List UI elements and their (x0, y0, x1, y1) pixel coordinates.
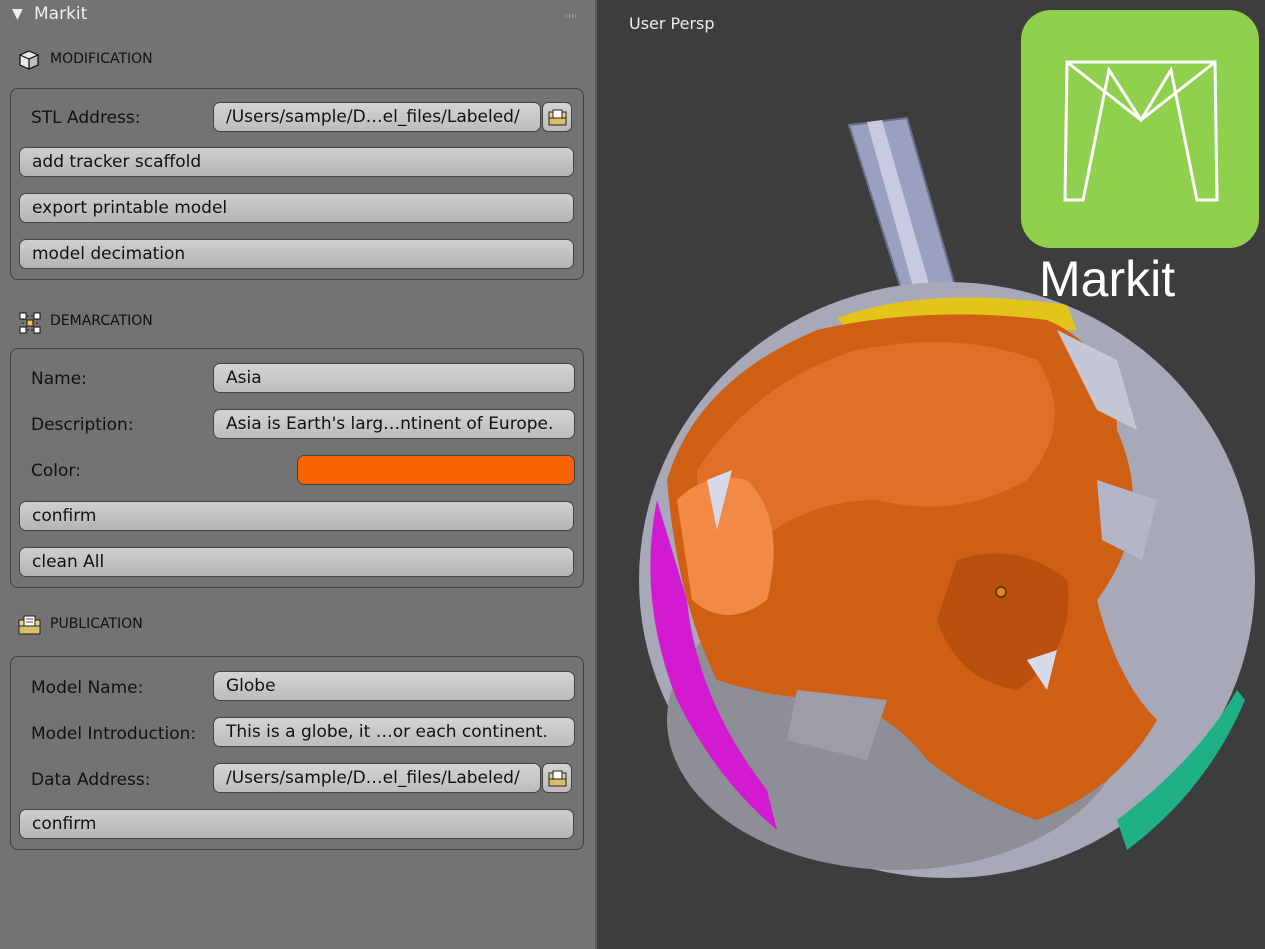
demarcation-title: DEMARCATION (50, 313, 153, 329)
name-field[interactable]: Asia (213, 363, 575, 393)
markit-logo-tile (1021, 10, 1259, 248)
stl-address-field[interactable]: /Users/sample/D…el_files/Labeled/ (213, 102, 541, 132)
drag-grip-icon[interactable] (566, 14, 578, 18)
description-field[interactable]: Asia is Earth's larg…ntinent of Europe. (213, 409, 575, 439)
modification-title: MODIFICATION (50, 51, 153, 67)
3d-viewport[interactable]: User Persp Markit (597, 0, 1265, 949)
publication-title: PUBLICATION (50, 616, 143, 632)
model-decimation-button[interactable]: model decimation (19, 239, 574, 269)
export-printable-model-button[interactable]: export printable model (19, 193, 574, 223)
file-browse-icon (548, 109, 567, 126)
triangle-down-icon[interactable]: ▼ (12, 6, 23, 22)
vertex-select-icon (18, 311, 41, 334)
publication-box: Model Name: Globe Model Introduction: Th… (10, 656, 584, 850)
confirm-demarcation-button[interactable]: confirm (19, 501, 574, 531)
cube-icon (18, 49, 40, 71)
color-label: Color: (31, 461, 81, 481)
data-address-field[interactable]: /Users/sample/D…el_files/Labeled/ (213, 763, 541, 793)
clean-all-button[interactable]: clean All (19, 547, 574, 577)
tool-panel: ▼ Markit MODIFICATION STL Address: /User… (0, 0, 597, 949)
markit-logo-icon (1063, 60, 1219, 202)
file-browse-icon (548, 770, 567, 787)
data-address-browse-button[interactable] (542, 763, 572, 793)
demarcation-box: Name: Asia Description: Asia is Earth's … (10, 348, 584, 588)
data-address-label: Data Address: (31, 770, 151, 790)
stl-browse-button[interactable] (542, 102, 572, 132)
panel-title: Markit (34, 4, 88, 24)
model-name-label: Model Name: (31, 678, 144, 698)
description-label: Description: (31, 415, 134, 435)
add-tracker-scaffold-button[interactable]: add tracker scaffold (19, 147, 574, 177)
model-name-field[interactable]: Globe (213, 671, 575, 701)
stl-address-label: STL Address: (31, 108, 141, 128)
model-introduction-field[interactable]: This is a globe, it …or each continent. (213, 717, 575, 747)
confirm-publication-button[interactable]: confirm (19, 809, 574, 839)
markit-logo-text: Markit (1039, 251, 1176, 307)
folder-icon (18, 614, 41, 636)
modification-box: STL Address: /Users/sample/D…el_files/La… (10, 88, 584, 280)
panel-header[interactable]: ▼ Markit (0, 0, 595, 32)
color-swatch[interactable] (297, 455, 575, 485)
name-label: Name: (31, 369, 87, 389)
model-introduction-label: Model Introduction: (31, 724, 197, 744)
